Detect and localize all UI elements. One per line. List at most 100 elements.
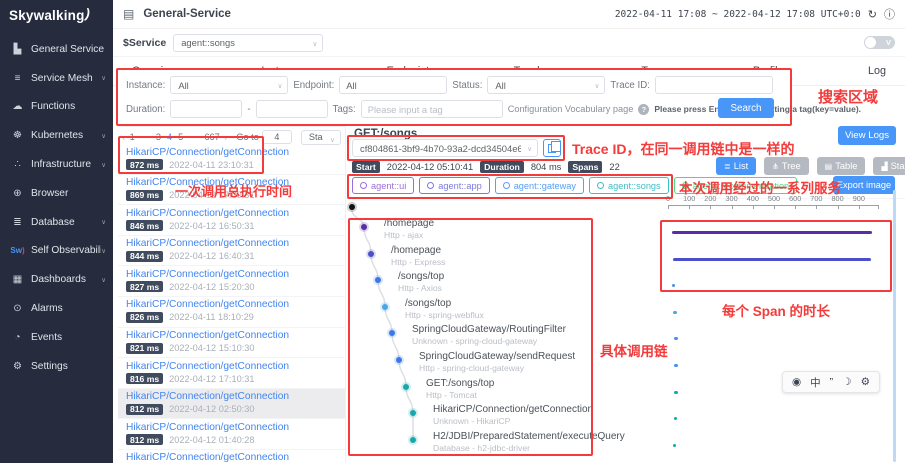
- duration-max-input[interactable]: [256, 100, 328, 118]
- gear-icon[interactable]: ⚙: [861, 376, 870, 388]
- status-select[interactable]: All: [487, 76, 605, 94]
- pager-page[interactable]: 1: [128, 132, 136, 143]
- service-select[interactable]: agent::songs: [173, 34, 323, 52]
- tags-input[interactable]: [361, 100, 503, 118]
- span-duration-bar[interactable]: [672, 284, 675, 287]
- goto-page-input[interactable]: [262, 130, 292, 144]
- trace-link[interactable]: HikariCP/Connection/getConnection: [126, 391, 337, 402]
- trace-list-item[interactable]: HikariCP/Connection/getConnection812 ms2…: [118, 419, 345, 450]
- sidebar-item-functions[interactable]: ☁Functions: [0, 93, 113, 122]
- span-duration-bar[interactable]: [674, 364, 677, 367]
- span-name[interactable]: /homepage: [391, 245, 441, 256]
- pager-page[interactable]: 3: [154, 132, 162, 143]
- copy-trace-id-button[interactable]: [543, 139, 561, 157]
- span-dot[interactable]: [403, 384, 409, 390]
- trace-link[interactable]: HikariCP/Connection/getConnection: [126, 299, 337, 310]
- sidebar-item-self-observability[interactable]: SwSelf Observability∨: [0, 237, 113, 266]
- span-name[interactable]: HikariCP/Connection/getConnection: [433, 404, 593, 415]
- view-button-tree[interactable]: ⋔Tree: [764, 157, 808, 175]
- collapse-sidebar-icon[interactable]: ▤: [123, 7, 134, 21]
- span-dot[interactable]: [349, 204, 355, 210]
- search-button[interactable]: Search: [718, 98, 774, 118]
- moon-icon[interactable]: ☽: [842, 376, 851, 388]
- view-button-list[interactable]: ≣List: [716, 157, 756, 175]
- config-vocabulary-link[interactable]: Configuration Vocabulary page: [508, 104, 634, 114]
- trace-list-item[interactable]: HikariCP/Connection/getConnection816 ms2…: [118, 358, 345, 389]
- trace-list-item[interactable]: HikariCP/Connection/getConnection826 ms2…: [118, 297, 345, 328]
- mascot-icon[interactable]: ◉: [792, 376, 801, 388]
- span-dot[interactable]: [382, 304, 388, 310]
- view-button-table[interactable]: ▤Table: [817, 157, 866, 175]
- sidebar-item-alarms[interactable]: ⊙Alarms: [0, 294, 113, 323]
- sidebar-item-general-service[interactable]: ▙General Service: [0, 35, 113, 64]
- sidebar-item-browser[interactable]: ⊕Browser: [0, 179, 113, 208]
- span-dot[interactable]: [396, 357, 402, 363]
- span-duration-bar[interactable]: [672, 231, 873, 234]
- sidebar-item-service-mesh[interactable]: ≡Service Mesh∨: [0, 64, 113, 93]
- span-name[interactable]: H2/JDBI/PreparedStatement/executeQuery: [433, 431, 625, 442]
- sidebar-item-dashboards[interactable]: ▦Dashboards∨: [0, 265, 113, 294]
- span-duration-bar[interactable]: [673, 444, 676, 447]
- trace-link[interactable]: HikariCP/Connection/getConnection: [126, 452, 337, 463]
- language-icon[interactable]: 中: [810, 375, 821, 390]
- tab-log[interactable]: Log: [865, 65, 889, 85]
- trace-link[interactable]: HikariCP/Connection/getConnection: [126, 330, 337, 341]
- span-name[interactable]: /homepage: [384, 218, 434, 229]
- sidebar-item-infrastructure[interactable]: ∴Infrastructure∨: [0, 150, 113, 179]
- trace-link[interactable]: HikariCP/Connection/getConnection: [126, 361, 337, 372]
- span-dot[interactable]: [368, 251, 374, 257]
- sidebar-item-events[interactable]: ◔Events: [0, 323, 113, 352]
- span-name[interactable]: GET:/songs/top: [426, 378, 494, 389]
- trace-link[interactable]: HikariCP/Connection/getConnection: [126, 147, 337, 158]
- service-tag[interactable]: agent::gateway: [495, 177, 584, 194]
- quote-icon[interactable]: ”: [830, 376, 834, 388]
- service-tag[interactable]: agent::songs: [589, 177, 669, 194]
- sort-select[interactable]: Sta: [301, 130, 341, 145]
- trace-link[interactable]: HikariCP/Connection/getConnection: [126, 269, 337, 280]
- view-logs-button[interactable]: View Logs: [838, 126, 896, 145]
- pager-prev-icon[interactable]: ‹: [122, 132, 125, 142]
- app-logo[interactable]: Skywalking): [0, 0, 113, 23]
- time-range-picker[interactable]: 2022-04-11 17:08 ~ 2022-04-12 17:08 UTC+…: [615, 9, 861, 20]
- export-image-button[interactable]: Export image: [833, 176, 895, 194]
- pager-page[interactable]: 4: [166, 132, 174, 143]
- trace-link[interactable]: HikariCP/Connection/getConnection: [126, 422, 337, 433]
- trace-list-item[interactable]: HikariCP/Connection/getConnection: [118, 450, 345, 463]
- sidebar-item-settings[interactable]: ⚙Settings: [0, 352, 113, 381]
- trace-id-select[interactable]: cf804861-3bf9-4b70-93a2-dcd34504e664: [352, 139, 538, 157]
- help-icon[interactable]: ?: [638, 104, 649, 115]
- refresh-icon[interactable]: ↻: [868, 8, 877, 21]
- trace-list-item[interactable]: HikariCP/Connection/getConnection872 ms2…: [118, 144, 345, 175]
- trace-list-item[interactable]: HikariCP/Connection/getConnection844 ms2…: [118, 236, 345, 267]
- span-name[interactable]: /songs/top: [405, 298, 451, 309]
- span-duration-bar[interactable]: [674, 391, 677, 394]
- service-tag[interactable]: agent::app: [419, 177, 489, 194]
- trace-link[interactable]: HikariCP/Connection/getConnection: [126, 238, 337, 249]
- trace-link[interactable]: HikariCP/Connection/getConnection: [126, 208, 337, 219]
- span-dot[interactable]: [375, 277, 381, 283]
- span-duration-bar[interactable]: [674, 417, 677, 420]
- span-name[interactable]: /songs/top: [398, 271, 444, 282]
- trace-list-item[interactable]: HikariCP/Connection/getConnection821 ms2…: [118, 328, 345, 359]
- span-dot[interactable]: [389, 330, 395, 336]
- info-icon[interactable]: ⓘ: [884, 6, 895, 22]
- span-dot[interactable]: [410, 437, 416, 443]
- instance-select[interactable]: All: [170, 76, 288, 94]
- span-dot[interactable]: [361, 224, 367, 230]
- view-button-statistics[interactable]: ▟Statistics: [873, 157, 905, 175]
- span-duration-bar[interactable]: [673, 258, 871, 261]
- trace-list-item[interactable]: HikariCP/Connection/getConnection827 ms2…: [118, 266, 345, 297]
- service-tag[interactable]: agent::ui: [352, 177, 414, 194]
- trace-list-item[interactable]: HikariCP/Connection/getConnection812 ms2…: [118, 389, 345, 420]
- span-name[interactable]: SpringCloudGateway/sendRequest: [419, 351, 575, 362]
- trace-list-item[interactable]: HikariCP/Connection/getConnection846 ms2…: [118, 205, 345, 236]
- pager-page[interactable]: 667: [203, 132, 221, 143]
- endpoint-input[interactable]: [339, 76, 447, 94]
- scrollbar[interactable]: [893, 190, 896, 462]
- span-duration-bar[interactable]: [673, 311, 676, 314]
- span-dot[interactable]: [410, 410, 416, 416]
- pager-page[interactable]: 5: [177, 132, 185, 143]
- sidebar-item-database[interactable]: ≣Database∨: [0, 208, 113, 237]
- version-toggle[interactable]: V: [864, 36, 895, 49]
- span-duration-bar[interactable]: [674, 337, 677, 340]
